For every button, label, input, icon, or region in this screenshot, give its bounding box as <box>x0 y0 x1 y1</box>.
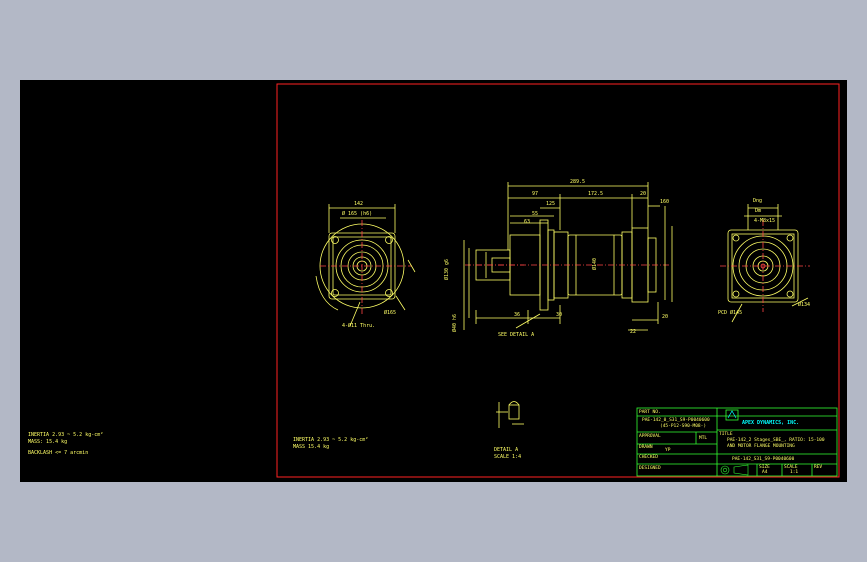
tb-part-no-2: (45-P12-S90-M08-) <box>660 424 707 429</box>
rear-holes: 4-M8x15 <box>754 218 776 224</box>
tb-scale: 1:1 <box>790 470 799 475</box>
left-backlash-note: BACKLASH <= 7 arcmin <box>28 450 89 456</box>
tb-rev-label: REV <box>814 465 823 470</box>
side-dim-overall: 289.5 <box>570 179 586 185</box>
rear-pcd: PCD Ø145 <box>718 310 743 316</box>
tb-title-1: PAE-142_2 Stages_SBE_, RATIO: 15-100 <box>727 438 825 443</box>
tb-title-label: TITLE <box>719 432 733 437</box>
detail-scale: SCALE 1:4 <box>494 454 522 460</box>
company-logo <box>727 410 737 419</box>
side-dim-c: 125 <box>546 201 556 207</box>
tb-drawn: YP <box>665 448 671 453</box>
projection-symbol <box>720 464 749 476</box>
side-dim-right: 20 <box>640 191 647 197</box>
tb-title-2: AND MOTOR FLANGE MOUNTING <box>727 444 795 449</box>
cad-drawing <box>276 83 840 478</box>
front-holes-note: 4-Ø11 Thru. <box>342 323 376 329</box>
tb-approval-label: APPROVAL <box>639 434 661 439</box>
side-view <box>463 182 673 331</box>
side-dim-d: 160 <box>660 199 670 205</box>
tb-part-label: PART NO. <box>639 410 661 415</box>
tb-size: A4 <box>762 470 768 475</box>
rear-dim-b: Dm <box>755 208 762 214</box>
side-dim-a: 55 <box>532 211 539 217</box>
side-key-dia: Ø40 h6 <box>452 313 458 332</box>
front-dim-pcd: Ø 165 (h6) <box>342 211 373 217</box>
rear-dim-a: Dng <box>753 198 763 204</box>
tb-company: APEX DYNAMICS, INC. <box>742 420 800 426</box>
side-shaft-dia: Ø130 g6 <box>444 258 450 280</box>
side-dim-mid: 172.5 <box>588 191 604 197</box>
side-dim-b: 63 <box>524 219 531 225</box>
front-dim-width: 142 <box>354 201 364 207</box>
tb-check-label: CHECKED <box>639 455 658 460</box>
tb-drawing-no: PAE-142_S31_S9-P0040600 <box>732 457 795 462</box>
side-dim-f: 30 <box>556 312 563 318</box>
side-dim-h: 20 <box>662 314 669 320</box>
tb-part-no: PAE-142_0_S31_S9-P0040600 <box>642 418 710 423</box>
cad-viewport[interactable]: INERTIA 2.93 ~ 5.2 kg-cm² MASS: 15.4 kg … <box>20 80 847 482</box>
left-mass-note: MASS: 15.4 kg <box>28 439 68 445</box>
tb-design-label: DESIGNED <box>639 466 661 471</box>
sheet-inertia-note: INERTIA 2.93 ~ 5.2 kg-cm² <box>293 437 369 443</box>
front-view <box>315 204 416 327</box>
left-inertia-note: INERTIA 2.93 ~ 5.2 kg-cm² <box>28 432 104 438</box>
rear-side-dim: Ø134 <box>798 302 811 308</box>
detail-a <box>496 401 524 428</box>
tb-mtl-label: MTL <box>699 436 708 441</box>
side-dim-left: 97 <box>532 191 539 197</box>
side-see-detail: SEE DETAIL A <box>498 332 535 338</box>
detail-label: DETAIL A <box>494 447 519 453</box>
tb-drawn-label: DRAWN <box>639 445 653 450</box>
side-dim-e: 36 <box>514 312 521 318</box>
side-dim-g: 22 <box>630 329 637 335</box>
front-dim-bolt: Ø165 <box>384 310 397 316</box>
side-body-dia: Ø140 <box>592 257 598 270</box>
sheet-mass-note: MASS 15.4 kg <box>293 444 330 450</box>
